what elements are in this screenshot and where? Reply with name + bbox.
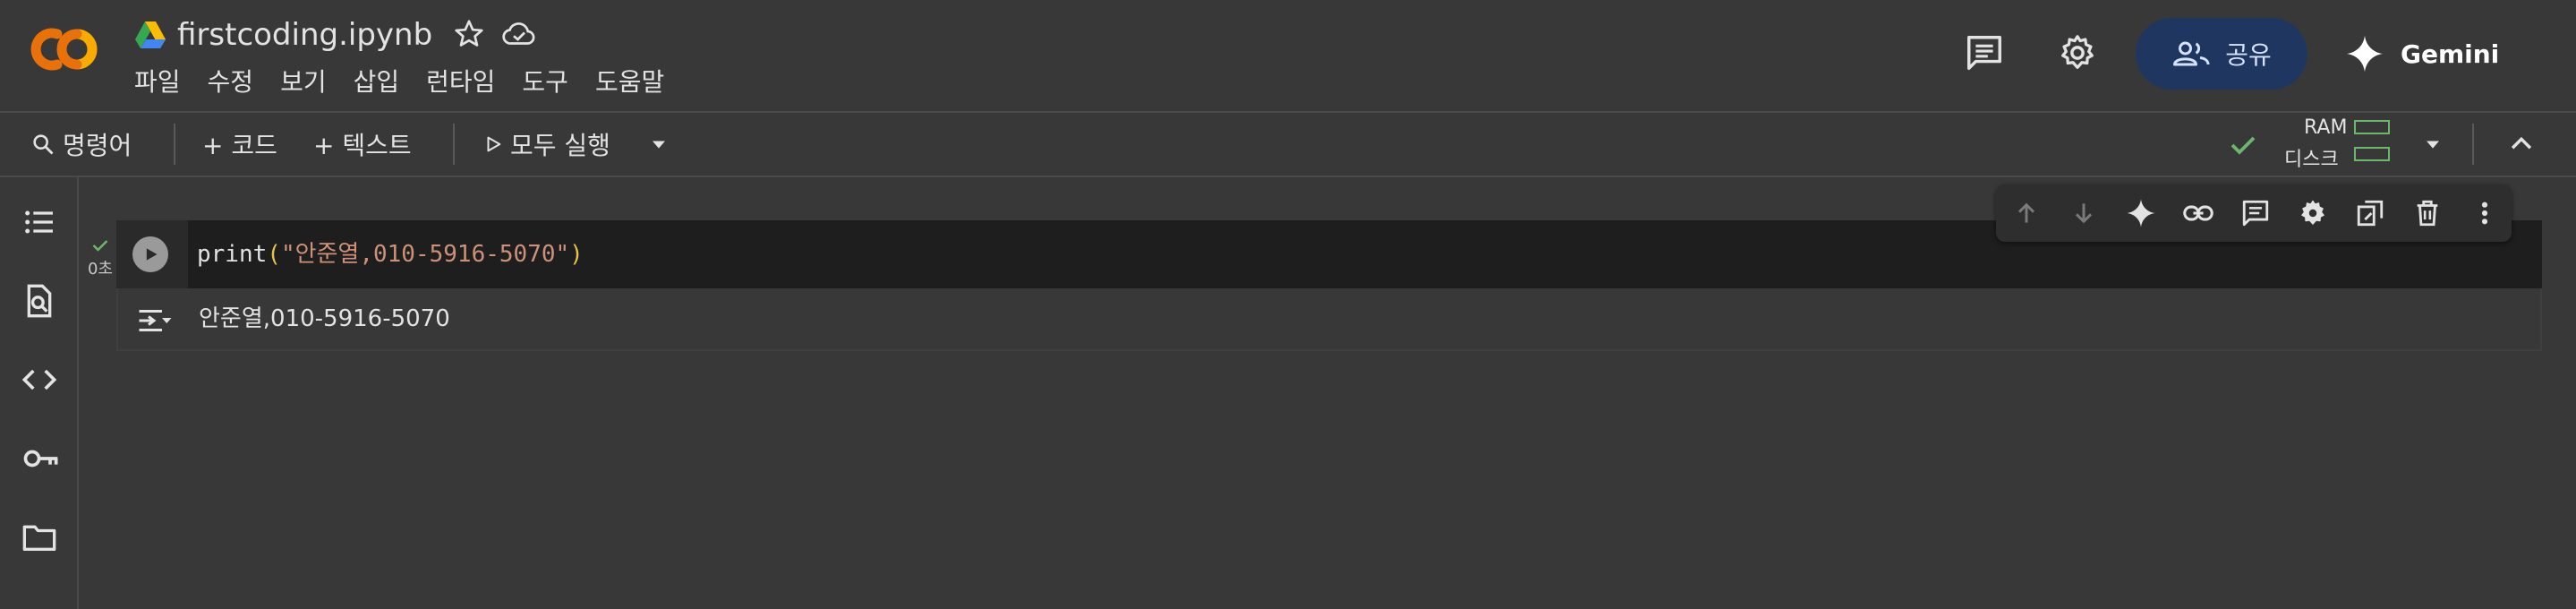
caret-down-icon	[2420, 132, 2445, 157]
move-down-icon[interactable]	[2068, 197, 2100, 229]
comment-icon[interactable]	[1964, 32, 2005, 73]
people-icon	[2171, 38, 2213, 70]
notebook-toolbar: 명령어 + 코드 + 텍스트 모두 실행 RAM 디스크	[0, 113, 2576, 177]
toolbar-divider	[453, 124, 455, 165]
menu-help[interactable]: 도움말	[582, 64, 678, 100]
files-folder-icon[interactable]	[21, 519, 57, 555]
run-cell-button[interactable]	[132, 236, 168, 272]
disk-meter	[2354, 147, 2390, 161]
ram-label: RAM	[2304, 116, 2348, 139]
command-palette-button[interactable]: 명령어	[30, 113, 132, 176]
star-icon[interactable]	[453, 18, 485, 50]
secrets-key-icon[interactable]	[21, 441, 61, 476]
left-sidebar	[0, 177, 79, 609]
output-actions-icon[interactable]	[134, 304, 174, 337]
menu-runtime[interactable]: 런타임	[413, 64, 508, 100]
execution-status: 0초	[82, 236, 118, 279]
table-of-contents-icon[interactable]	[21, 204, 57, 240]
success-check-icon	[82, 236, 118, 254]
code-string: "안준열,010-5916-5070"	[280, 241, 570, 268]
cloud-saved-icon[interactable]	[501, 18, 537, 50]
mirror-cell-icon[interactable]	[2354, 197, 2386, 229]
delete-icon[interactable]	[2411, 197, 2444, 229]
gemini-sparkle-icon	[2345, 34, 2384, 73]
runtime-options-dropdown[interactable]	[2420, 113, 2445, 176]
command-label: 명령어	[63, 131, 132, 160]
code-function: print	[197, 241, 268, 268]
share-button[interactable]: 공유	[2136, 18, 2307, 90]
output-text: 안준열,010-5916-5070	[199, 305, 450, 332]
run-options-dropdown[interactable]	[646, 113, 671, 176]
play-icon	[483, 134, 503, 154]
share-label: 공유	[2225, 40, 2272, 70]
cell-output: 안준열,010-5916-5070	[116, 288, 2542, 351]
notebook-title[interactable]: firstcoding.ipynb	[177, 13, 432, 57]
settings-icon[interactable]	[2297, 197, 2329, 229]
menu-bar: 파일 수정 보기 삽입 런타임 도구 도움말	[134, 64, 678, 100]
chevron-up-icon	[2506, 129, 2537, 159]
code-snippets-icon[interactable]	[21, 362, 57, 398]
caret-down-icon	[646, 132, 671, 157]
menu-view[interactable]: 보기	[267, 64, 340, 100]
search-icon	[30, 132, 55, 157]
colab-logo[interactable]	[29, 21, 106, 77]
menu-insert[interactable]: 삽입	[340, 64, 414, 100]
disk-label: 디스크	[2284, 149, 2339, 171]
menu-file[interactable]: 파일	[134, 64, 194, 100]
move-up-icon[interactable]	[2010, 197, 2043, 229]
comment-icon[interactable]	[2239, 197, 2272, 229]
app-header: firstcoding.ipynb 파일 수정 보기 삽입 런타임 도구 도움말…	[0, 0, 2576, 113]
execution-time: 0초	[87, 260, 113, 279]
resource-monitor[interactable]: RAM 디스크	[2282, 113, 2399, 176]
add-code-button[interactable]: + 코드	[202, 113, 277, 176]
link-icon[interactable]	[2182, 197, 2214, 229]
more-vert-icon[interactable]	[2469, 197, 2501, 229]
google-drive-icon[interactable]	[134, 20, 166, 50]
menu-edit[interactable]: 수정	[194, 64, 268, 100]
code-line[interactable]: print("안준열,010-5916-5070")	[197, 235, 584, 274]
gemini-button[interactable]: Gemini	[2345, 18, 2499, 90]
run-all-label: 모두 실행	[510, 131, 610, 160]
gear-icon[interactable]	[2057, 32, 2098, 73]
cell-toolbar	[1996, 184, 2512, 242]
code-paren-close: )	[569, 241, 584, 268]
gemini-sparkle-icon[interactable]	[2125, 197, 2157, 229]
runtime-connected-icon	[2227, 131, 2259, 159]
run-all-button[interactable]: 모두 실행	[483, 113, 610, 176]
run-gutter	[116, 220, 188, 288]
gemini-label: Gemini	[2401, 39, 2500, 69]
toolbar-divider	[2472, 124, 2474, 165]
find-replace-icon[interactable]	[21, 283, 57, 319]
add-text-button[interactable]: + 텍스트	[313, 113, 412, 176]
menu-tools[interactable]: 도구	[508, 64, 582, 100]
toolbar-divider	[174, 124, 175, 165]
play-icon	[146, 248, 158, 261]
code-paren-open: (	[267, 241, 281, 268]
ram-meter	[2354, 120, 2390, 134]
collapse-header-button[interactable]	[2506, 113, 2537, 176]
